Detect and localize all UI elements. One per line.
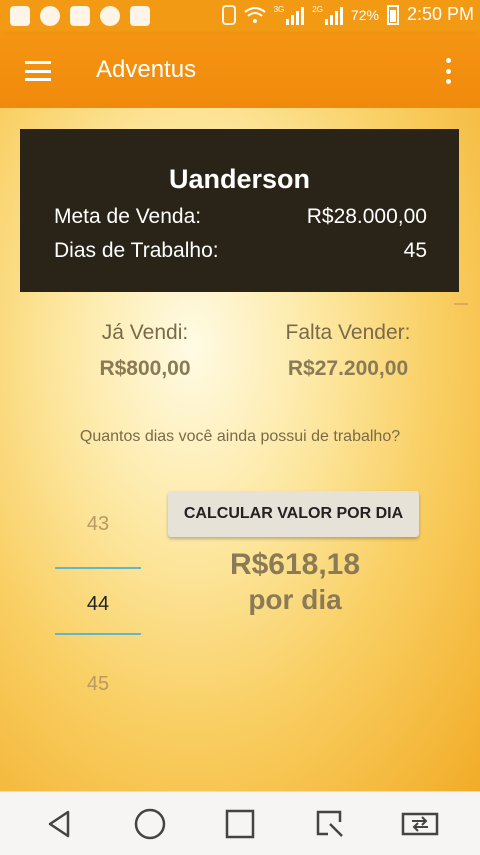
- youtube-icon: [70, 6, 90, 26]
- info-card: Uanderson Meta de Venda: R$28.000,00 Dia…: [20, 129, 459, 292]
- seller-name: Uanderson: [168, 164, 311, 194]
- menu-icon[interactable]: [25, 61, 51, 81]
- days-number-picker[interactable]: 43 44 45: [55, 503, 141, 703]
- daily-unit: por dia: [248, 584, 342, 615]
- sold-value: R$800,00: [99, 357, 191, 380]
- notification-icons: [10, 6, 150, 26]
- overflow-menu-icon[interactable]: [446, 58, 452, 84]
- sales-goal-label: Meta de Venda:: [54, 205, 202, 228]
- work-days-value: 45: [403, 239, 427, 262]
- capture-icon[interactable]: [310, 804, 350, 844]
- app-notification-icon: [100, 6, 120, 26]
- recent-apps-icon[interactable]: [220, 804, 260, 844]
- work-days-label: Dias de Trabalho:: [54, 239, 219, 262]
- dual-window-icon[interactable]: [400, 804, 440, 844]
- battery-icon: [386, 4, 399, 25]
- back-icon[interactable]: [40, 804, 80, 844]
- picker-next-value[interactable]: 45: [55, 673, 141, 696]
- picker-divider-bottom: [55, 633, 141, 635]
- clock: 2:50 PM: [406, 4, 474, 24]
- app-title: Adventus: [96, 56, 197, 83]
- remaining-label: Falta Vender:: [285, 321, 411, 344]
- sold-label: Já Vendi:: [101, 321, 189, 344]
- calculate-per-day-button[interactable]: CALCULAR VALOR POR DIA: [168, 491, 419, 537]
- picker-selected-value[interactable]: 44: [55, 593, 141, 616]
- wifi-icon: [243, 6, 266, 23]
- status-indicators: 3G 2G 72% 2:50 PM: [221, 4, 474, 25]
- daily-result: R$618,18 por dia: [170, 548, 420, 616]
- sales-goal-row: Meta de Venda: R$28.000,00: [54, 205, 427, 229]
- navigation-bar: [0, 791, 480, 855]
- remaining-value: R$27.200,00: [287, 357, 409, 380]
- sales-goal-value: R$28.000,00: [306, 205, 427, 228]
- decorative-mark: [454, 303, 468, 305]
- gallery-icon: [10, 6, 30, 26]
- work-days-row: Dias de Trabalho: 45: [54, 239, 427, 263]
- main-content: Uanderson Meta de Venda: R$28.000,00 Dia…: [0, 108, 480, 791]
- picker-previous-value[interactable]: 43: [55, 513, 141, 536]
- signal-icon-1: 3G: [274, 5, 305, 25]
- picker-divider-top: [55, 567, 141, 569]
- signal-icon-2: 2G: [312, 5, 343, 25]
- days-question: Quantos dias você ainda possui de trabal…: [79, 428, 401, 445]
- sold-summary: Já Vendi: R$800,00: [80, 321, 210, 381]
- daily-value: R$618,18: [229, 548, 361, 581]
- vibrate-icon: [221, 4, 236, 25]
- battery-percent: 72%: [350, 6, 379, 23]
- whatsapp-icon: [40, 6, 60, 26]
- remaining-summary: Falta Vender: R$27.200,00: [258, 321, 438, 381]
- home-icon[interactable]: [130, 804, 170, 844]
- message-icon: [130, 6, 150, 26]
- status-bar: 3G 2G 72% 2:50 PM: [0, 0, 480, 34]
- app-bar: Adventus: [0, 34, 480, 108]
